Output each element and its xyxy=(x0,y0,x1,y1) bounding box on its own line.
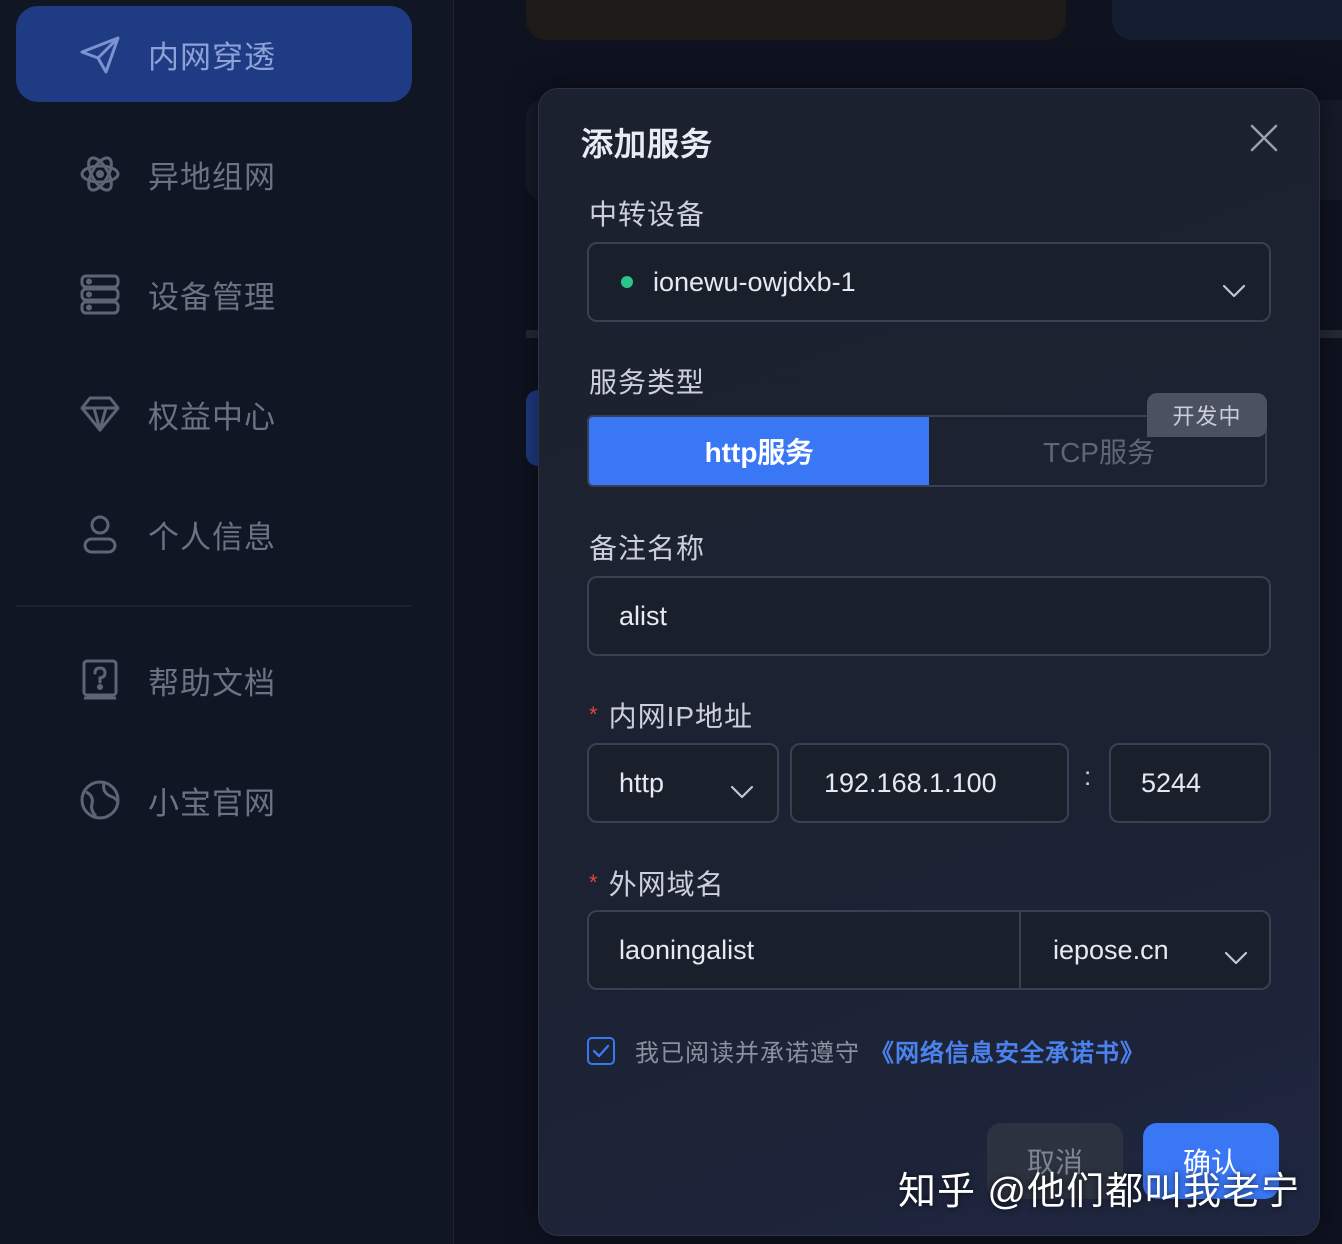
protocol-value: http xyxy=(619,767,665,798)
service-type-label: 服务类型 xyxy=(589,367,706,398)
ip-address-value: 192.168.1.100 xyxy=(824,767,997,798)
agreement-checkbox[interactable] xyxy=(587,1036,615,1065)
sidebar-item-profile[interactable]: 个人信息 xyxy=(16,486,412,582)
remark-name-label: 备注名称 xyxy=(589,533,706,564)
app-root: 内网穿透 异地组网 设备管理 权益中心 个人信息 帮助文档 小宝官网 添加服务 … xyxy=(0,0,1342,1244)
lan-ip-label: * 内网IP地址 xyxy=(589,695,753,735)
background-card xyxy=(1112,0,1342,40)
sidebar-item-label: 帮助文档 xyxy=(148,665,276,701)
sidebar-item-official-site[interactable]: 小宝官网 xyxy=(16,752,412,848)
lan-ip-label-text: 内网IP地址 xyxy=(608,701,754,732)
sidebar-item-label: 小宝官网 xyxy=(148,785,276,821)
remark-name-input[interactable]: alist xyxy=(587,576,1271,656)
relay-device-value: ionewu-owjdxb-1 xyxy=(653,266,856,297)
user-icon xyxy=(78,512,122,556)
subdomain-input[interactable]: laoningalist xyxy=(619,935,754,966)
agreement-text: 我已阅读并承诺遵守 xyxy=(635,1040,860,1067)
chevron-down-icon xyxy=(1223,942,1249,965)
close-icon xyxy=(1250,124,1278,152)
relay-device-select[interactable]: ionewu-owjdxb-1 xyxy=(587,242,1271,322)
port-value: 5244 xyxy=(1141,767,1202,798)
sidebar-item-label: 异地组网 xyxy=(148,159,276,195)
security-pledge-link[interactable]: 《网络信息安全承诺书》 xyxy=(870,1033,1145,1068)
watermark: 知乎 @他们都叫我老宁 xyxy=(898,1171,1301,1213)
sidebar-item-label: 内网穿透 xyxy=(148,39,276,75)
agreement-row: 我已阅读并承诺遵守 《网络信息安全承诺书》 xyxy=(587,1033,1145,1068)
paper-plane-icon xyxy=(78,32,122,76)
sidebar: 内网穿透 异地组网 设备管理 权益中心 个人信息 帮助文档 小宝官网 xyxy=(0,0,454,1244)
ip-address-input[interactable]: 192.168.1.100 xyxy=(790,743,1069,823)
sidebar-item-remote-network[interactable]: 异地组网 xyxy=(16,126,412,222)
chevron-down-icon xyxy=(1221,275,1247,298)
sidebar-item-label: 设备管理 xyxy=(148,279,276,315)
protocol-select[interactable]: http xyxy=(587,743,779,823)
globe-icon xyxy=(78,778,122,822)
domain-label: * 外网域名 xyxy=(589,863,725,903)
in-development-badge: 开发中 xyxy=(1147,393,1267,437)
domain-suffix-select[interactable]: iepose.cn xyxy=(1021,912,1271,988)
port-separator: : xyxy=(1084,761,1092,791)
diamond-icon xyxy=(78,392,122,436)
atom-icon xyxy=(78,152,122,196)
relay-device-label: 中转设备 xyxy=(589,199,706,230)
sidebar-item-nat-traversal[interactable]: 内网穿透 xyxy=(16,6,412,102)
help-book-icon xyxy=(78,658,122,702)
sidebar-item-benefits[interactable]: 权益中心 xyxy=(16,366,412,462)
sidebar-item-help-docs[interactable]: 帮助文档 xyxy=(16,632,412,728)
required-mark: * xyxy=(589,702,599,727)
sidebar-item-device-management[interactable]: 设备管理 xyxy=(16,246,412,342)
chevron-down-icon xyxy=(729,776,755,799)
background-card xyxy=(526,0,1066,40)
server-icon xyxy=(78,272,122,316)
domain-label-text: 外网域名 xyxy=(608,869,725,900)
close-button[interactable] xyxy=(1247,121,1281,155)
http-service-option[interactable]: http服务 xyxy=(589,417,929,485)
remark-name-value: alist xyxy=(619,600,668,631)
check-icon xyxy=(592,1044,610,1057)
add-service-dialog: 添加服务 中转设备 ionewu-owjdxb-1 服务类型 http服务 TC… xyxy=(538,88,1320,1236)
port-input[interactable]: 5244 xyxy=(1109,743,1271,823)
dialog-title: 添加服务 xyxy=(581,126,714,162)
domain-suffix-value: iepose.cn xyxy=(1053,934,1169,965)
online-status-dot xyxy=(621,276,633,288)
domain-group: laoningalist iepose.cn xyxy=(587,910,1271,990)
required-mark: * xyxy=(589,870,599,895)
sidebar-item-label: 个人信息 xyxy=(148,519,276,555)
sidebar-item-label: 权益中心 xyxy=(148,399,276,435)
sidebar-divider xyxy=(16,605,412,607)
